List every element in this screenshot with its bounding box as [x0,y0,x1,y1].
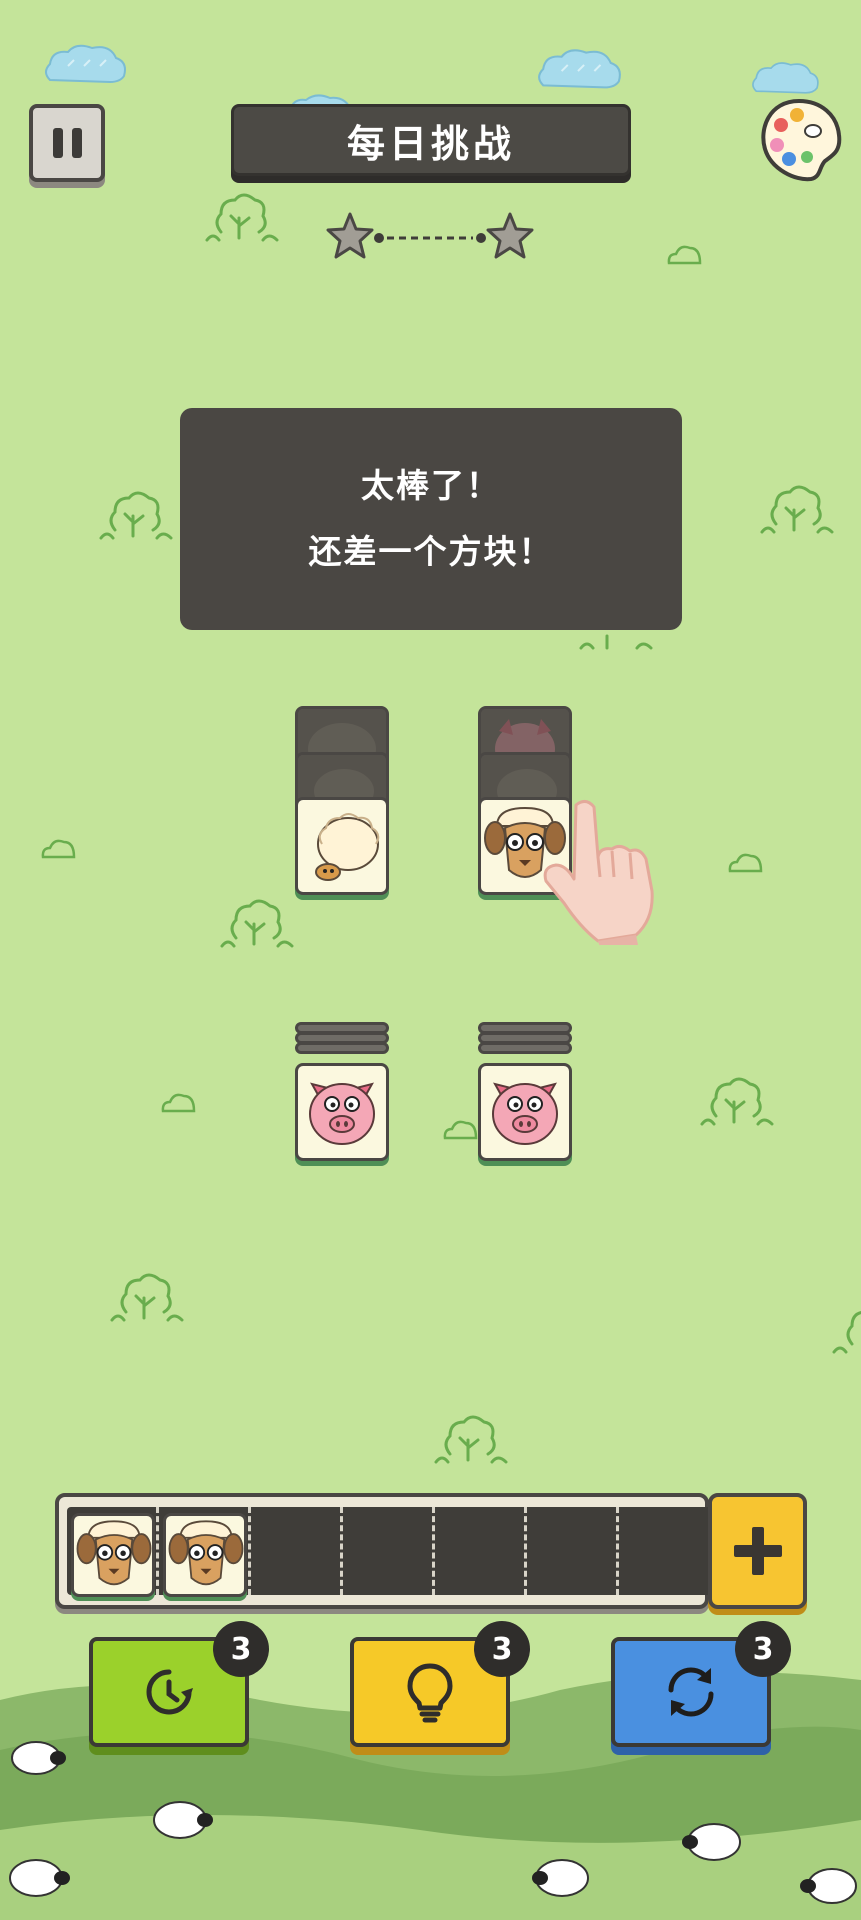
bush-decoration [110,1273,184,1322]
clock-undo-icon [146,1669,193,1715]
cloud-doodle [161,1093,196,1113]
sheep-face-icon [168,1520,244,1586]
palette-icon[interactable] [755,95,843,185]
stacked-tile-edge [478,1042,572,1054]
sheep-face-icon [76,1520,152,1586]
tray-slot [343,1507,435,1595]
tile-tray [55,1493,719,1609]
page-title: 每日挑战 [231,104,631,176]
tray-slot [619,1507,711,1595]
cloud-decoration [752,62,819,94]
star-icon [486,212,534,259]
hint-count-badge: 3 [474,1621,530,1677]
cloud-doodle [41,839,76,859]
shuffle-button[interactable]: 3 [611,1621,791,1747]
stacked-tile-edge [295,1042,389,1054]
bush-decoration [700,1077,774,1126]
refresh-icon [668,1667,714,1717]
undo-count-badge: 3 [213,1621,269,1677]
pause-icon [52,128,63,158]
cloud-decoration [45,44,126,84]
plus-icon [733,1527,782,1575]
pig-icon [309,1082,375,1145]
star-progress [326,212,534,259]
tray-slot [251,1507,343,1595]
cloud-doodle [728,853,763,873]
cloud-doodle [667,245,702,265]
cloud-doodle [443,1120,478,1140]
tile-pig[interactable] [478,1063,572,1161]
undo-button[interactable]: 3 [89,1621,269,1747]
tile-pig[interactable] [295,1063,389,1161]
tray-slot [527,1507,619,1595]
bush-decoration [99,491,173,540]
toast-line-1: 太棒了！ [361,466,501,505]
pause-button[interactable] [29,104,105,182]
bush-decoration [205,193,279,242]
bush-decoration [434,1415,508,1464]
cloud-decoration [538,49,621,89]
bush-decoration [760,485,834,534]
pig-icon [492,1082,558,1145]
add-slot-button[interactable] [708,1493,807,1609]
pointing-hand-icon [543,800,654,945]
sheep-icon [315,813,380,881]
lightbulb-icon [407,1663,453,1723]
tray-slot [435,1507,527,1595]
tutorial-toast: 太棒了！ 还差一个方块！ [180,408,682,630]
star-icon [326,212,374,259]
tile-sheep-white[interactable] [295,797,389,895]
bush-decoration [220,899,294,948]
tray-slots [67,1507,719,1597]
toast-line-2: 还差一个方块！ [308,532,554,571]
tray-tile-sheep-brown [71,1513,155,1597]
tray-tile-sheep-brown [163,1513,247,1597]
bush-decoration [832,1311,861,1354]
hint-button[interactable]: 3 [350,1621,530,1747]
shuffle-count-badge: 3 [735,1621,791,1677]
